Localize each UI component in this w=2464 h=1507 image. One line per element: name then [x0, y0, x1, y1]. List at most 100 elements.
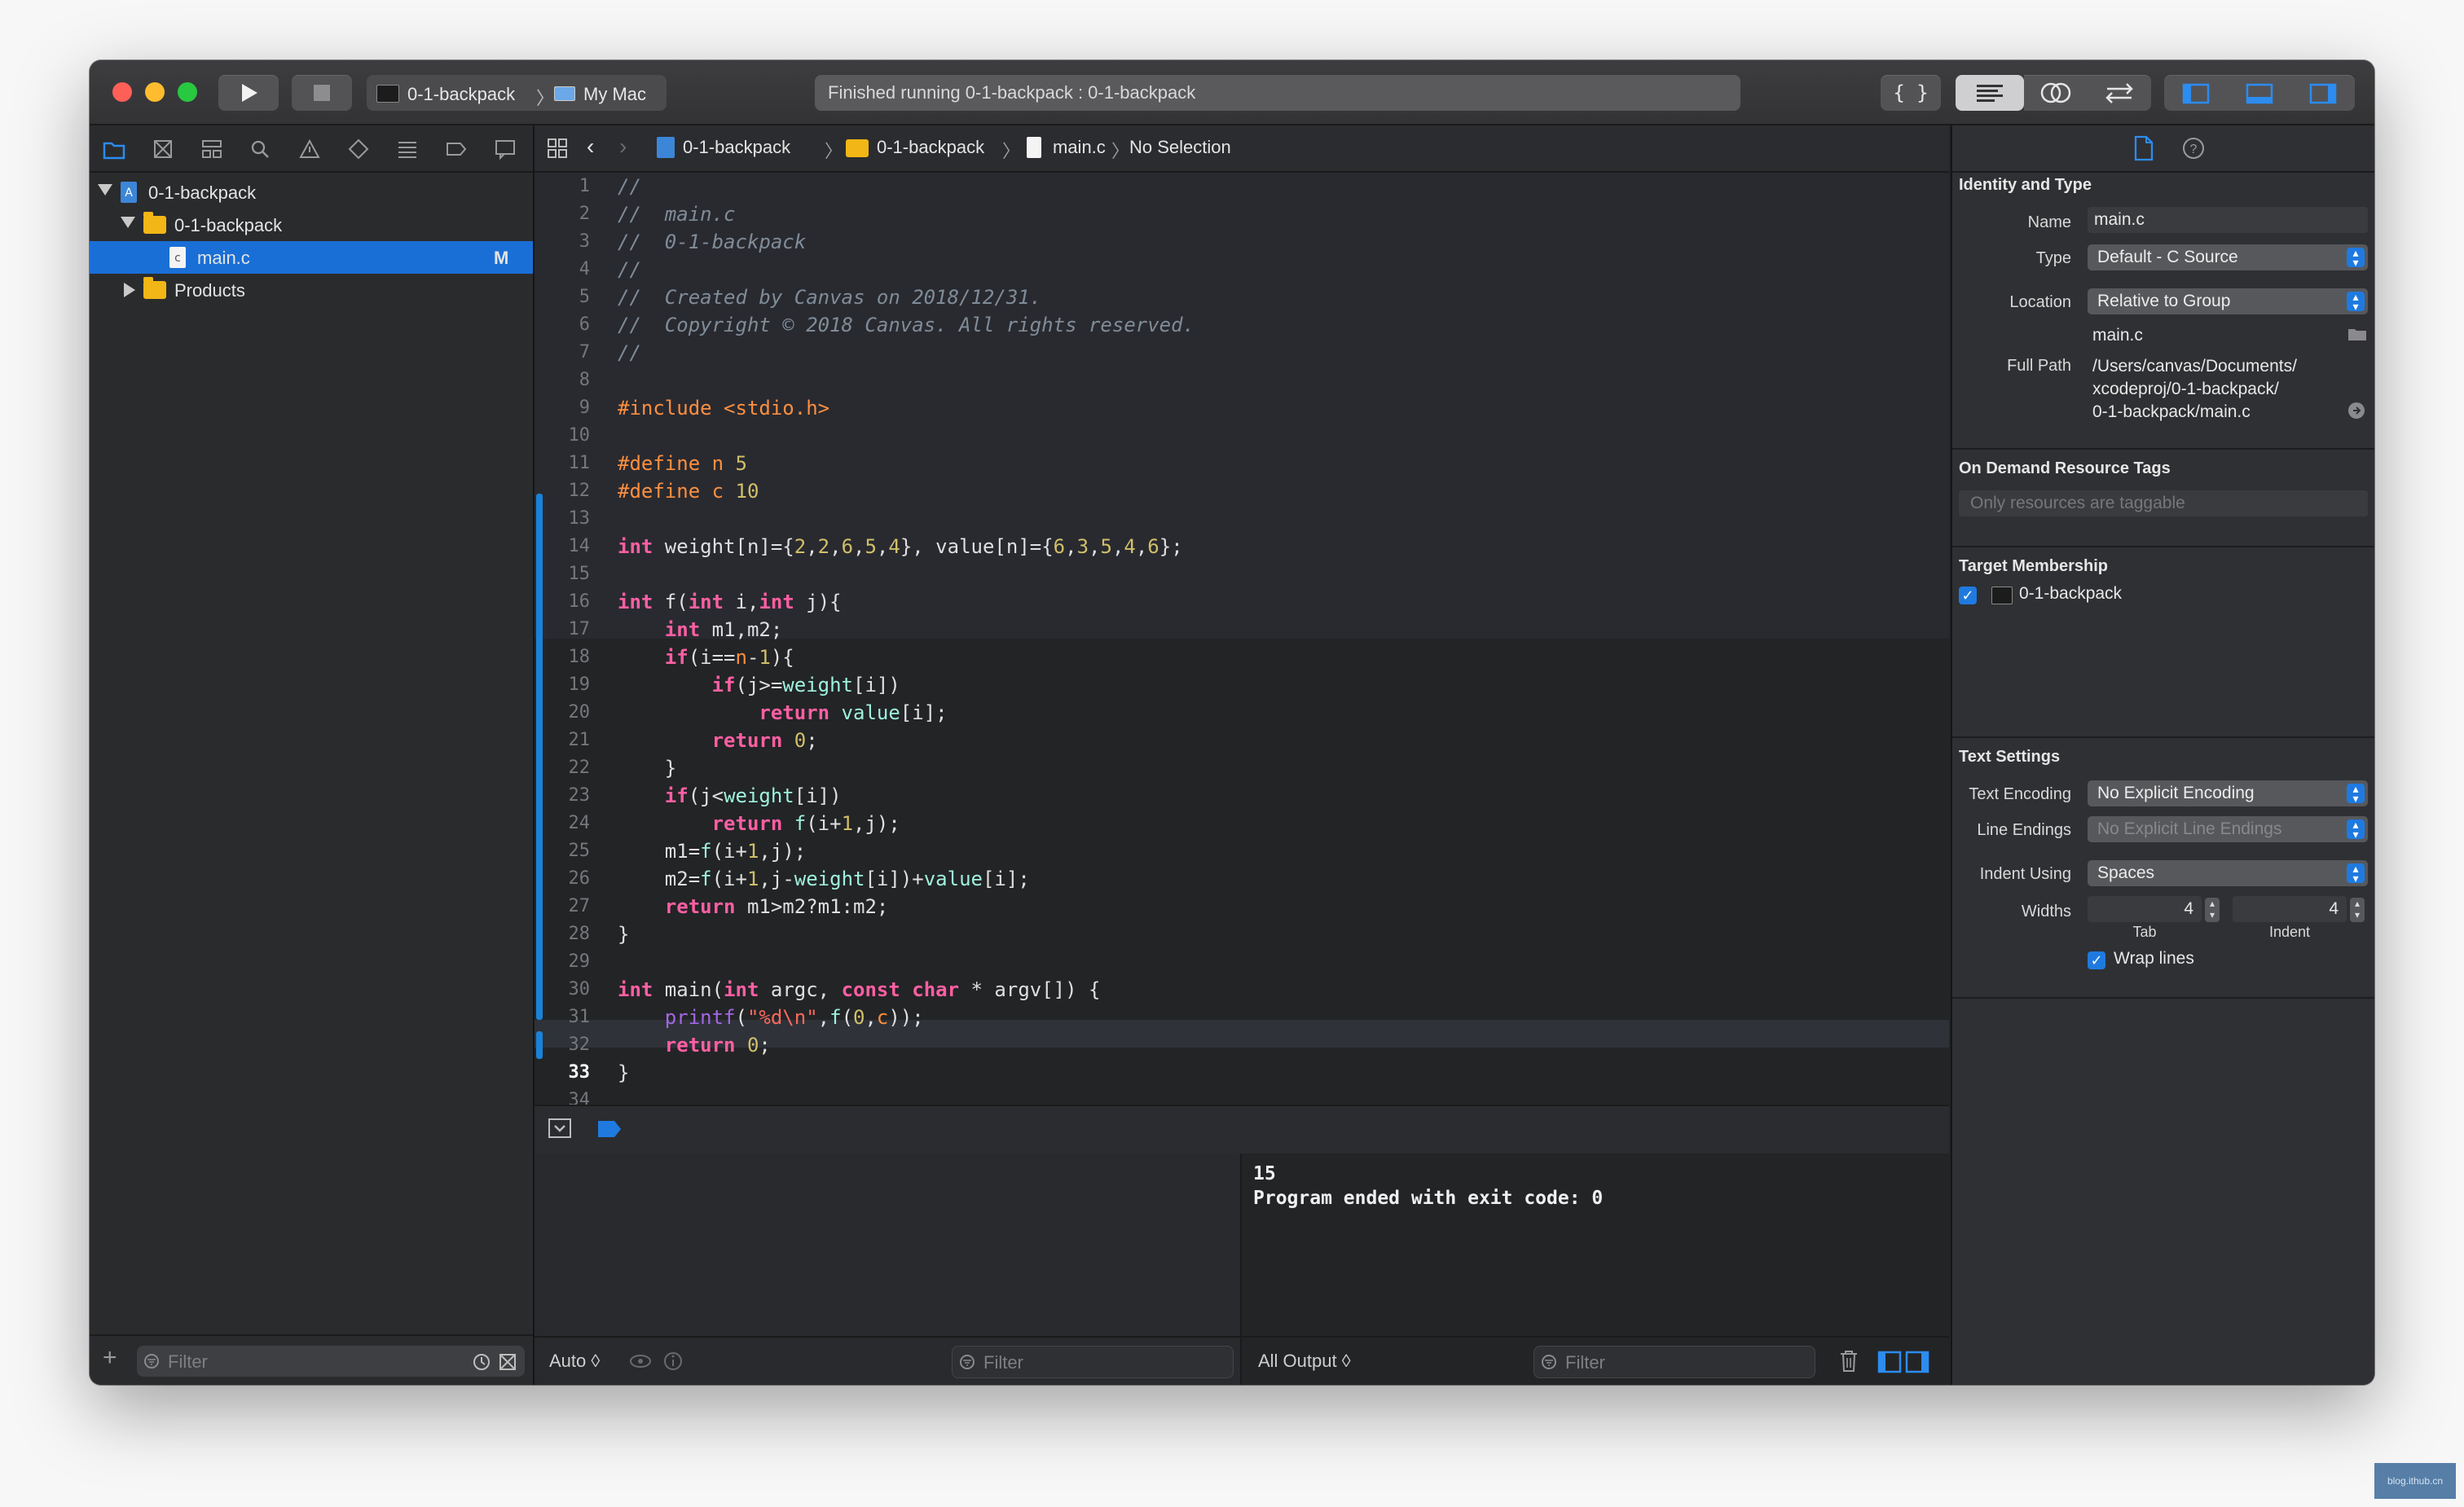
jump-file[interactable]: main.c [1053, 137, 1106, 158]
code-line: if(j<weight[i]) [664, 784, 842, 807]
indent-caption: Indent [2268, 924, 2311, 940]
jump-project[interactable]: 0-1-backpack [683, 137, 790, 158]
warning-icon[interactable] [298, 138, 321, 160]
tree-item-project[interactable]: A 0-1-backpack [90, 176, 533, 209]
target-section-title: Target Membership [1959, 557, 2108, 575]
indent-width-stepper[interactable]: ▴ ▾ [2350, 898, 2365, 922]
jump-selection[interactable]: No Selection [1129, 137, 1231, 158]
mac-icon [554, 86, 575, 101]
name-field[interactable]: main.c [2088, 207, 2368, 233]
toggle-navigator-button[interactable] [2164, 75, 2228, 111]
full-path-line: 0-1-backpack/main.c [2092, 402, 2251, 421]
disclosure-triangle-icon[interactable] [124, 283, 135, 297]
info-icon[interactable] [663, 1351, 683, 1371]
code-text[interactable]: // // main.c // 0-1-backpack // // Creat… [618, 173, 1949, 1084]
folder-icon[interactable] [103, 138, 125, 160]
variables-filter-field[interactable]: Filter [952, 1346, 1234, 1378]
source-control-filter-icon[interactable] [499, 1353, 517, 1371]
quick-help-icon[interactable]: ? [2182, 137, 2205, 160]
encoding-popup[interactable]: No Explicit Encoding ▴ ▾ [2088, 780, 2368, 806]
related-items-icon[interactable] [546, 137, 569, 160]
navigator-selector-bar [90, 125, 533, 173]
test-icon[interactable] [347, 138, 370, 160]
report-icon[interactable] [494, 138, 517, 160]
forward-arrow-icon[interactable]: › [619, 134, 627, 160]
file-inspector-icon[interactable] [2133, 135, 2154, 161]
breakpoints-toggle-icon[interactable] [596, 1119, 623, 1139]
eye-icon[interactable] [629, 1352, 652, 1370]
line-number: 17 [568, 619, 591, 639]
navigator-filter-field[interactable]: Filter [137, 1346, 525, 1377]
console-filter-field[interactable]: Filter [1533, 1346, 1815, 1378]
location-popup[interactable]: Relative to Group ▴ ▾ [2088, 288, 2368, 314]
indent-using-label: Indent Using [1979, 865, 2071, 883]
indent-width-field[interactable]: 4 [2233, 896, 2347, 922]
tree-item-group[interactable]: 0-1-backpack [90, 209, 533, 241]
target-checkbox[interactable]: ✓ [1959, 587, 1977, 604]
tab-width-stepper[interactable]: ▴ ▾ [2205, 898, 2220, 922]
output-mode-popup[interactable]: All Output ◊ [1258, 1351, 1351, 1372]
close-window-button[interactable] [112, 82, 132, 102]
line-endings-popup[interactable]: No Explicit Line Endings ▴ ▾ [2088, 816, 2368, 842]
show-console-icon[interactable] [1905, 1351, 1929, 1373]
source-editor[interactable]: ‹ › 0-1-backpack 〉 0-1-backpack 〉 main.c… [535, 125, 1949, 1110]
line-number: 2 [579, 204, 590, 224]
zoom-window-button[interactable] [178, 82, 197, 102]
standard-editor-button[interactable] [1956, 75, 2024, 111]
folder-icon[interactable] [2347, 326, 2368, 342]
code-line: if(j>=weight[i]) [711, 674, 900, 696]
search-icon[interactable] [249, 138, 272, 160]
scope-popup[interactable]: Auto ◊ [549, 1351, 600, 1372]
text-settings-title: Text Settings [1959, 748, 2061, 766]
show-variables-icon[interactable] [1877, 1351, 1902, 1373]
console-view[interactable]: 15 Program ended with exit code: 0 All Ou… [1242, 1153, 1949, 1385]
disclosure-triangle-icon[interactable] [121, 217, 135, 228]
back-arrow-icon[interactable]: ‹ [587, 134, 594, 160]
jump-group[interactable]: 0-1-backpack [877, 137, 984, 158]
scheme-selector[interactable]: 0-1-backpack 〉 My Mac [367, 75, 667, 111]
disclosure-triangle-icon[interactable] [98, 184, 112, 196]
library-button[interactable]: { } [1881, 75, 1941, 111]
line-number: 9 [579, 398, 590, 418]
chevron-right-icon: 〉 [536, 88, 555, 108]
wrap-lines-checkbox[interactable]: ✓ [2088, 951, 2105, 969]
tree-item-products[interactable]: Products [90, 274, 533, 306]
source-control-icon[interactable] [152, 138, 174, 160]
tab-width-field[interactable]: 4 [2088, 896, 2202, 922]
symbol-icon[interactable] [200, 138, 223, 160]
minimize-window-button[interactable] [145, 82, 165, 102]
folder-icon [143, 277, 166, 299]
version-editor-button[interactable] [2088, 75, 2151, 111]
line-number: 30 [568, 979, 591, 1000]
reveal-in-finder-icon[interactable] [2347, 401, 2366, 420]
popup-arrows-icon: ▴ ▾ [2347, 819, 2365, 840]
scheme-target: 0-1-backpack [407, 84, 516, 104]
stop-icon [314, 85, 330, 101]
line-number: 10 [568, 425, 591, 446]
filter-icon [960, 1355, 975, 1369]
add-icon[interactable]: + [103, 1346, 117, 1370]
toggle-debug-area-button[interactable] [2228, 75, 2291, 111]
assistant-editor-button[interactable] [2024, 75, 2088, 111]
toggle-inspector-button[interactable] [2291, 75, 2355, 111]
line-number: 6 [579, 314, 590, 335]
play-icon [242, 84, 257, 102]
recent-files-icon[interactable] [473, 1353, 491, 1371]
line-number: 7 [579, 342, 590, 362]
folder-icon [846, 139, 869, 157]
chevron-right-icon: 〉 [1002, 141, 1021, 161]
code-line: return 0; [664, 1034, 771, 1057]
indent-using-popup[interactable]: Spaces ▴ ▾ [2088, 860, 2368, 886]
trash-icon[interactable] [1838, 1349, 1859, 1373]
debug-icon[interactable] [396, 138, 419, 160]
line-number: 5 [579, 287, 590, 307]
stop-button[interactable] [292, 75, 352, 111]
modified-badge: M [494, 248, 509, 268]
hide-debug-area-icon[interactable] [548, 1118, 572, 1140]
run-button[interactable] [218, 75, 279, 111]
popup-arrows-icon: ▴ ▾ [2347, 863, 2365, 884]
tree-item-main-c[interactable]: c main.c M [90, 241, 533, 274]
odr-tags-field[interactable]: Only resources are taggable [1959, 490, 2368, 516]
type-popup[interactable]: Default - C Source ▴ ▾ [2088, 244, 2368, 270]
breakpoint-icon[interactable] [445, 138, 468, 160]
